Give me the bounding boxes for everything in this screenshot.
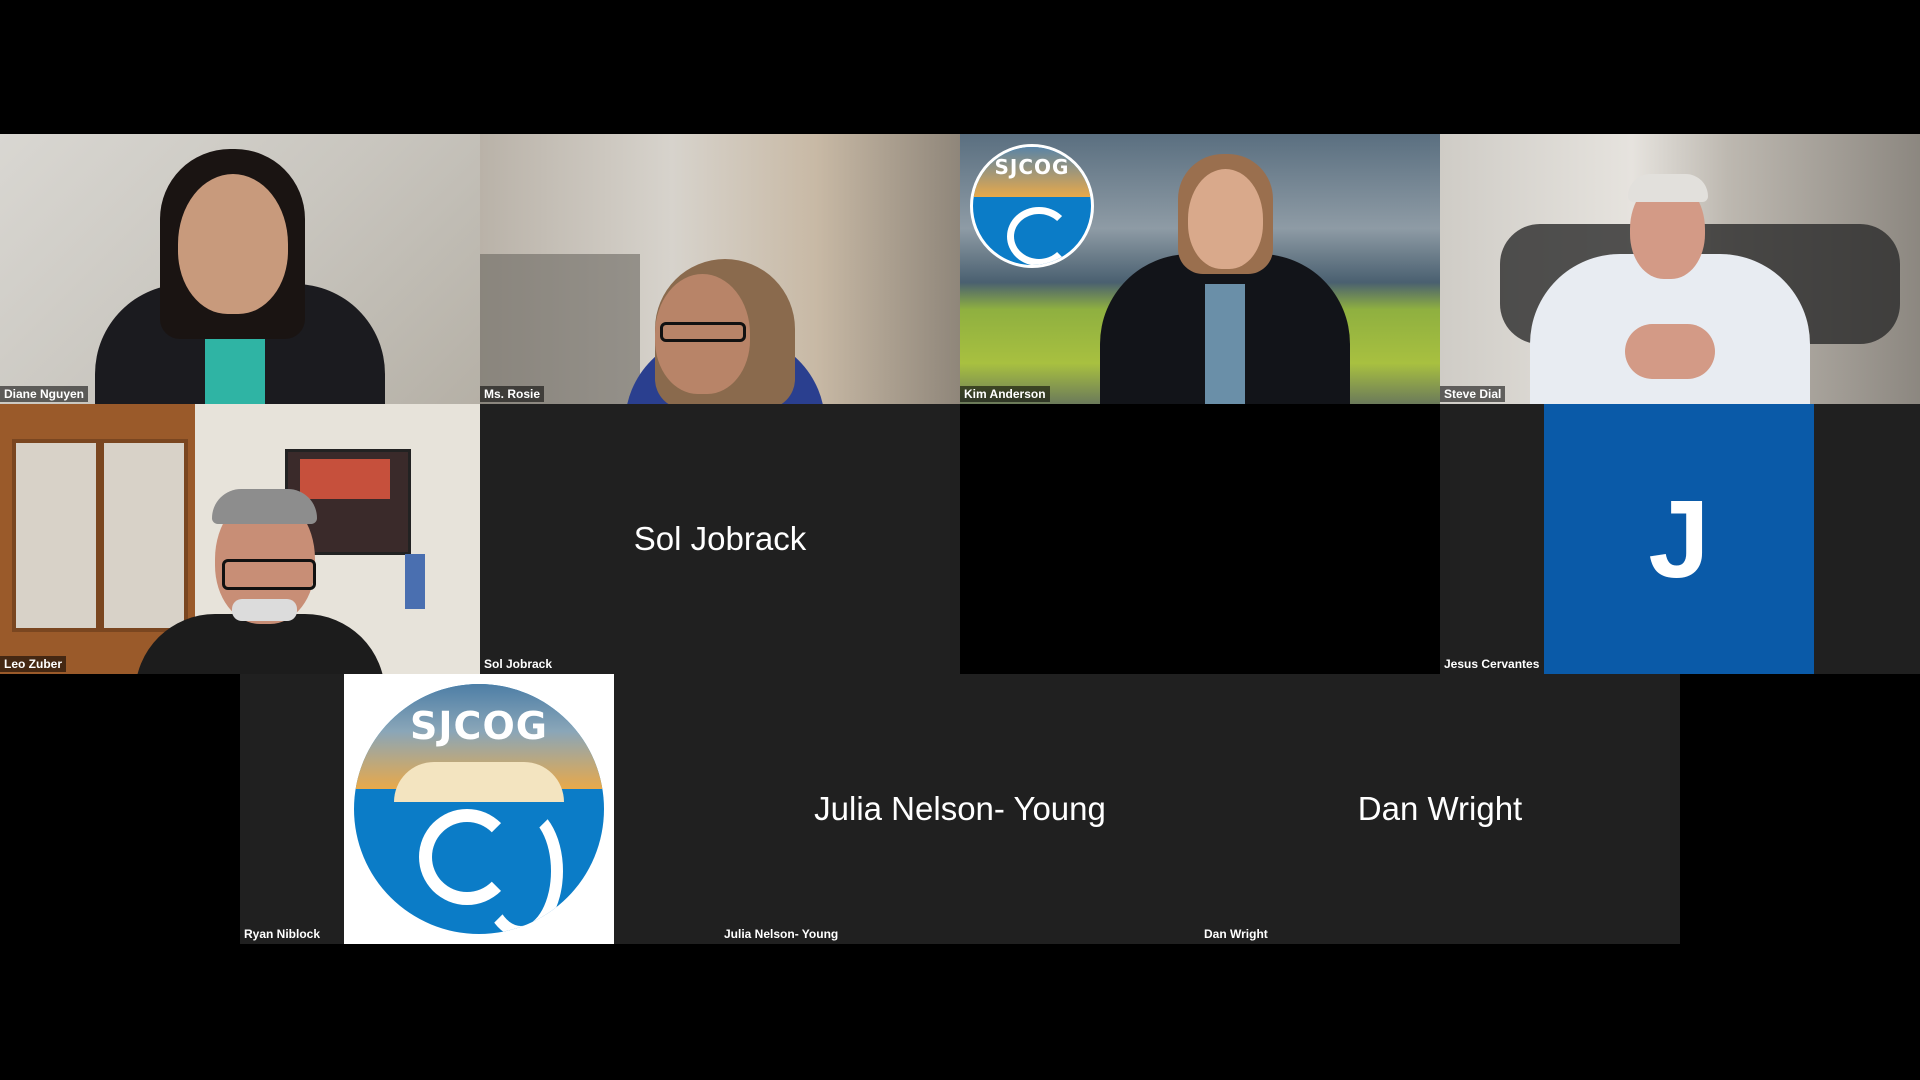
participant-name-label: Ms. Rosie [480,386,545,402]
participant-video [0,404,480,674]
avatar-letter: J [1648,477,1710,601]
participant-video [0,134,480,404]
video-tile-diane-nguyen[interactable]: Diane Nguyen [0,134,480,404]
avatar: J [1544,404,1814,674]
video-tile-leo-zuber[interactable]: Leo Zuber [0,404,480,674]
video-tile-julia-nelson-young[interactable]: Julia Nelson- Young Julia Nelson- Young [720,674,1200,944]
participant-video [480,134,960,404]
participant-display-name: Sol Jobrack [633,520,807,557]
participant-display-name: Julia Nelson- Young [814,790,1106,827]
participant-display-name: Dan Wright [1357,790,1523,827]
video-tile-ryan-niblock[interactable]: SJCOG Ryan Niblock [240,674,720,944]
participant-name-label: Leo Zuber [0,656,67,672]
participant-name-label: Dan Wright [1204,927,1268,941]
participant-name-label: Steve Dial [1440,386,1506,402]
video-tile-empty [960,404,1440,674]
participant-name-label: Diane Nguyen [0,386,89,402]
video-tile-steve-dial[interactable]: Steve Dial [1440,134,1920,404]
participant-video [1440,134,1920,404]
participant-name-label: Julia Nelson- Young [724,927,839,941]
video-tile-jesus-cervantes[interactable]: J Jesus Cervantes [1440,404,1920,674]
video-tile-kim-anderson[interactable]: SJCOG Kim Anderson [960,134,1440,404]
sjcog-logo: SJCOG [344,674,614,944]
sjcog-logo-icon: SJCOG [970,144,1094,268]
participant-name-label: Kim Anderson [960,386,1050,402]
video-tile-dan-wright[interactable]: Dan Wright Dan Wright [1200,674,1680,944]
participant-name-label: Jesus Cervantes [1444,657,1540,671]
sjcog-logo-icon: SJCOG [354,684,604,934]
participant-name-label: Sol Jobrack [484,657,553,671]
participant-name-label: Ryan Niblock [244,927,321,941]
video-tile-ms-rosie[interactable]: Ms. Rosie [480,134,960,404]
video-tile-sol-jobrack[interactable]: Sol Jobrack Sol Jobrack [480,404,960,674]
participant-video: SJCOG [960,134,1440,404]
